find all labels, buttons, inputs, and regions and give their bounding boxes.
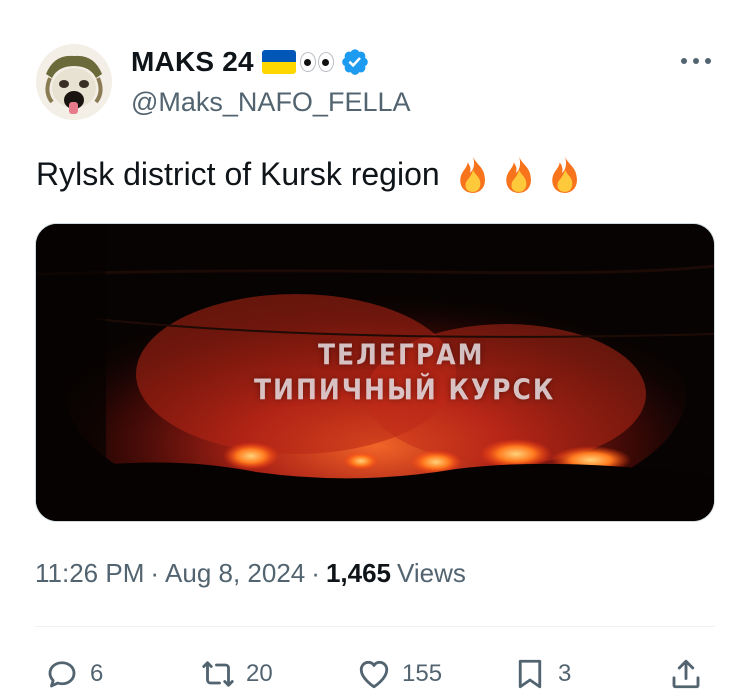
heart-icon (359, 660, 389, 689)
ukraine-flag-icon (261, 50, 296, 74)
repost-icon (202, 661, 234, 687)
fire-icon (551, 156, 577, 193)
more-options-icon[interactable] (676, 50, 716, 72)
meta-separator: · (150, 558, 160, 588)
tweet-time[interactable]: 11:26 PM (35, 558, 144, 589)
reply-icon (48, 661, 76, 688)
media-overlay-line2: ТИПИЧНЫЙ КУРСК (254, 372, 556, 407)
media-overlay-line1: ТЕЛЕГРАМ (318, 337, 485, 372)
tweet-actions: 6 20 155 3 (0, 650, 750, 698)
author-handle[interactable]: @Maks_NAFO_FELLA (131, 87, 411, 118)
tweet-text: Rylsk district of Kursk region (36, 153, 586, 195)
verified-badge-icon[interactable] (340, 47, 370, 77)
views-count[interactable]: 1,465 (326, 558, 391, 589)
fire-emojis (452, 153, 586, 195)
reply-count: 6 (90, 660, 104, 687)
tweet-date[interactable]: Aug 8, 2024 (165, 558, 305, 589)
like-count: 155 (402, 660, 443, 687)
tweet-media-video[interactable]: ТЕЛЕГРАМ ТИПИЧНЫЙ КУРСК (35, 223, 715, 522)
like-button[interactable]: 155 (356, 656, 442, 692)
avatar[interactable] (36, 44, 112, 120)
repost-count: 20 (246, 660, 273, 687)
bookmark-icon (518, 659, 542, 689)
author-name-row[interactable]: MAKS 24 (131, 44, 370, 80)
reply-button[interactable]: 6 (44, 656, 103, 692)
tweet-meta: 11:26 PM · Aug 8, 2024 · 1,465 Views (35, 558, 466, 589)
eyes-icon (299, 52, 334, 72)
views-label: Views (397, 558, 466, 588)
share-icon (672, 659, 700, 689)
nafo-dog-avatar-icon (36, 44, 112, 120)
fire-icon (459, 156, 485, 193)
bookmark-button[interactable]: 3 (512, 656, 571, 692)
bookmark-count: 3 (558, 660, 572, 687)
meta-separator: · (311, 558, 320, 588)
divider (35, 626, 715, 627)
share-button[interactable] (668, 656, 704, 692)
fire-icon (505, 156, 531, 193)
repost-button[interactable]: 20 (200, 656, 273, 692)
tweet-text-body: Rylsk district of Kursk region (36, 155, 440, 192)
display-name[interactable]: MAKS 24 (131, 46, 254, 78)
